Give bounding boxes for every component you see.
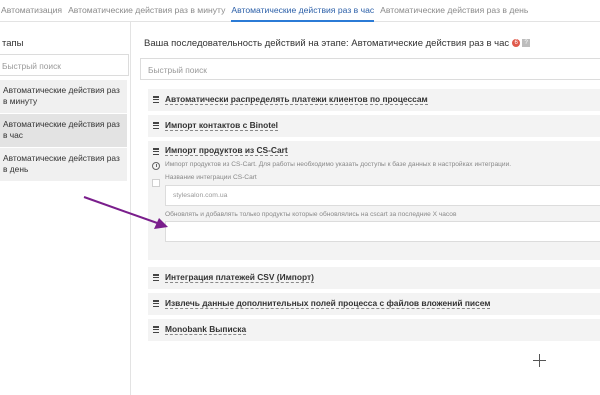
annotation-arrow-icon [83,196,168,229]
